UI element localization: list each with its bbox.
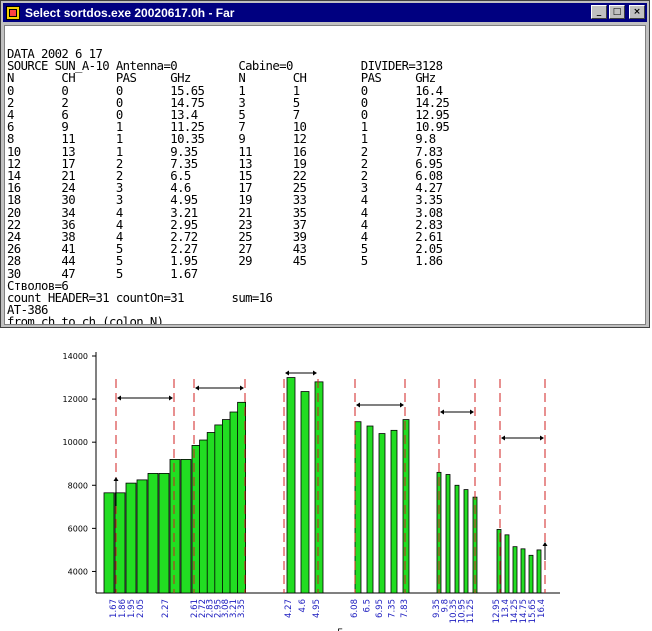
title-bar[interactable]: Select sortdos.exe 20020617.0h - Far _ □…: [3, 3, 647, 22]
bar: [229, 411, 239, 594]
bar: [180, 459, 192, 594]
bar: [237, 401, 247, 594]
y-tick-label: 6000: [68, 524, 88, 533]
x-tick-label: 3.35: [237, 599, 247, 618]
bar: [206, 432, 216, 594]
bar: [300, 391, 310, 594]
bar: [147, 473, 159, 594]
bar: [528, 554, 534, 594]
bar: [445, 474, 451, 594]
x-tick-label: 16.4: [537, 599, 547, 618]
x-tick-label: 2.27: [161, 599, 171, 618]
console-line: from ch to ch (colon N): [7, 315, 164, 325]
far-app-icon[interactable]: [6, 5, 20, 20]
arrow-head-right: [313, 370, 317, 376]
bar: [366, 425, 374, 594]
arrow-head-right: [169, 395, 173, 401]
bar: [125, 482, 137, 594]
minimize-button[interactable]: _: [591, 5, 607, 19]
bar: [463, 489, 469, 594]
arrow-head-left: [440, 409, 444, 415]
frequency-bar-chart: 4000600080001000012000140001.67 1.86 1.95 2…: [63, 352, 560, 631]
x-tick-label: 6.08: [350, 599, 360, 618]
arrow-head-left: [356, 402, 360, 408]
x-tick-label: 11.25: [466, 599, 476, 623]
arrow-head-left: [117, 395, 121, 401]
bar: [286, 377, 296, 594]
arrow-head-right: [400, 402, 404, 408]
bar: [158, 473, 170, 594]
close-button[interactable]: ×: [629, 5, 645, 19]
arrow-head-right: [470, 409, 474, 415]
x-tick-label: 4.95: [312, 599, 322, 618]
x-tick-label: 4.27: [284, 599, 294, 618]
bar: [512, 546, 518, 594]
maximize-button[interactable]: □: [609, 5, 625, 19]
x-tick-label: 4.6: [298, 599, 308, 613]
arrow-head-right: [240, 385, 244, 391]
x-tick-label: 2.05: [136, 599, 146, 618]
y-tick-label: 4000: [68, 567, 88, 576]
arrow-head-left: [501, 435, 505, 441]
bar: [536, 549, 542, 594]
x-tick-label: 7.83: [400, 599, 410, 618]
bar: [214, 424, 224, 594]
bar: [504, 534, 510, 594]
arrow-head-left: [285, 370, 289, 376]
bar: [191, 445, 201, 594]
marker-head: [542, 542, 548, 546]
x-tick-label: 7.35: [388, 599, 398, 618]
bar: [354, 421, 362, 594]
bar: [378, 433, 386, 594]
window-title: Select sortdos.exe 20020617.0h - Far: [25, 5, 235, 20]
bar: [169, 459, 181, 594]
arrow-head-left: [195, 385, 199, 391]
bar: [103, 492, 115, 594]
bar: [136, 479, 148, 594]
y-tick-label: 12000: [63, 395, 88, 404]
y-tick-label: 10000: [63, 438, 88, 447]
bar: [199, 439, 209, 594]
y-tick-label: 14000: [63, 352, 88, 361]
bar: [454, 484, 460, 594]
y-tick-label: 8000: [68, 481, 88, 490]
console-text: DATA 2002 6 17 SOURCE SUN_A-10 Antenna=0…: [5, 26, 645, 325]
far-console-window: Select sortdos.exe 20020617.0h - Far _ □…: [0, 0, 650, 328]
console-output[interactable]: DATA 2002 6 17 SOURCE SUN_A-10 Antenna=0…: [4, 25, 646, 325]
x-tick-label: 6.95: [375, 599, 385, 618]
bar: [436, 471, 442, 594]
bar: [402, 419, 410, 594]
bar: [221, 419, 231, 594]
bar: [390, 429, 398, 594]
bar: [314, 381, 324, 594]
bar: [520, 548, 526, 594]
x-tick-label: 6.5: [363, 599, 373, 613]
marker-head: [113, 477, 119, 481]
arrow-head-right: [540, 435, 544, 441]
